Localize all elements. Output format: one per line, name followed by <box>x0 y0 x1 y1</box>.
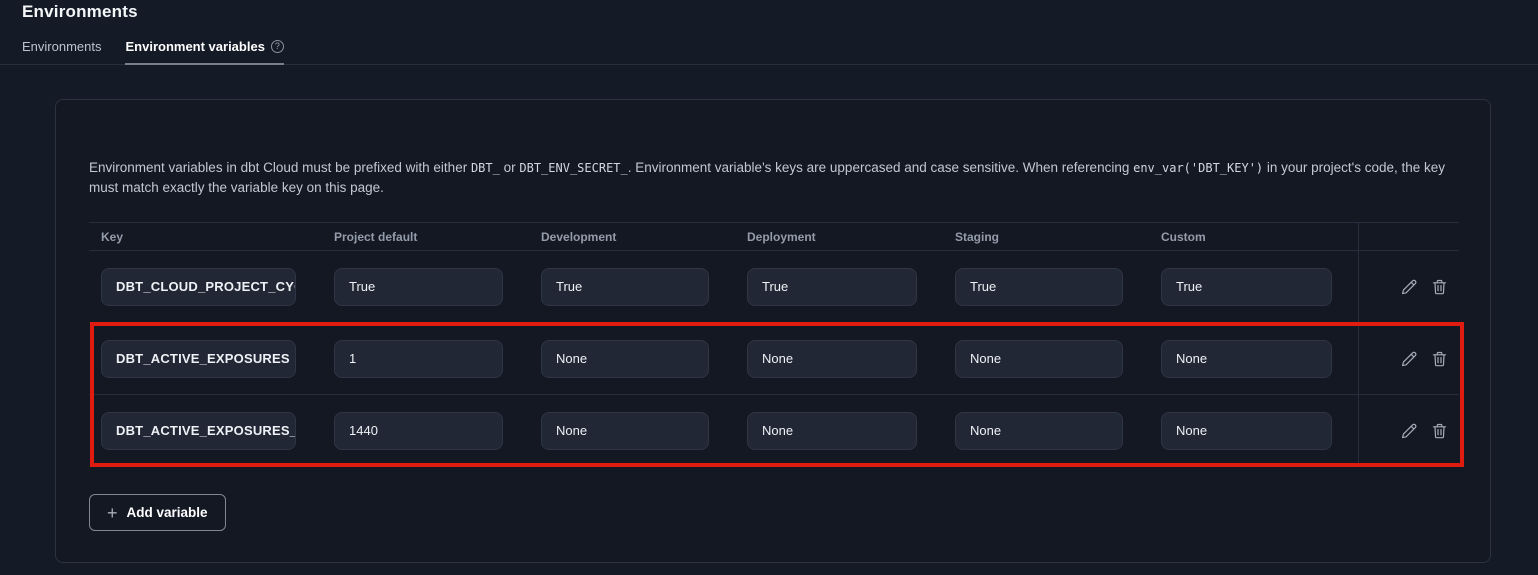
edit-pencil-icon[interactable] <box>1400 422 1418 440</box>
staging-field[interactable]: None <box>955 340 1123 378</box>
edit-pencil-icon[interactable] <box>1400 350 1418 368</box>
description-part: or <box>500 160 520 175</box>
development-field[interactable]: None <box>541 340 709 378</box>
environment-variables-page: Environments Environments Environment va… <box>0 0 1538 575</box>
custom-field[interactable]: None <box>1161 340 1332 378</box>
description-text: Environment variables in dbt Cloud must … <box>89 158 1457 198</box>
variable-key-field[interactable]: DBT_ACTIVE_EXPOSURES_B... <box>101 412 296 450</box>
delete-trash-icon[interactable] <box>1431 278 1448 296</box>
table-row: DBT_CLOUD_PROJECT_CYC... True True True … <box>89 251 1459 323</box>
tab-bar: Environments Environment variables ? <box>0 39 1538 65</box>
custom-field[interactable]: None <box>1161 412 1332 450</box>
tab-environment-variables-label: Environment variables <box>125 39 264 54</box>
staging-field[interactable]: None <box>955 412 1123 450</box>
edit-pencil-icon[interactable] <box>1400 278 1418 296</box>
plus-icon: + <box>107 504 118 522</box>
column-header-deployment: Deployment <box>735 223 943 250</box>
page-title: Environments <box>0 0 1538 22</box>
project-default-field[interactable]: True <box>334 268 503 306</box>
add-variable-label: Add variable <box>127 505 208 520</box>
help-icon[interactable]: ? <box>271 40 284 53</box>
column-header-development: Development <box>529 223 735 250</box>
deployment-field[interactable]: None <box>747 412 917 450</box>
tab-environments-label: Environments <box>22 39 101 54</box>
tab-environments[interactable]: Environments <box>22 39 101 65</box>
code-dbt-env-secret-prefix: DBT_ENV_SECRET_ <box>519 161 627 175</box>
development-field[interactable]: True <box>541 268 709 306</box>
development-field[interactable]: None <box>541 412 709 450</box>
environment-variables-panel: Environment variables in dbt Cloud must … <box>55 99 1491 563</box>
column-header-actions <box>1358 223 1459 250</box>
column-header-staging: Staging <box>943 223 1149 250</box>
variables-table: Key Project default Development Deployme… <box>89 222 1459 467</box>
description-part: . Environment variable's keys are upperc… <box>628 160 1133 175</box>
delete-trash-icon[interactable] <box>1431 422 1448 440</box>
staging-field[interactable]: True <box>955 268 1123 306</box>
column-header-custom: Custom <box>1149 223 1358 250</box>
project-default-field[interactable]: 1440 <box>334 412 503 450</box>
column-header-project-default: Project default <box>322 223 529 250</box>
description-part: Environment variables in dbt Cloud must … <box>89 160 471 175</box>
code-env-var-example: env_var('DBT_KEY') <box>1133 161 1263 175</box>
add-variable-button[interactable]: + Add variable <box>89 494 226 531</box>
table-row: DBT_ACTIVE_EXPOSURES_B... 1440 None None… <box>89 395 1459 467</box>
table-header-row: Key Project default Development Deployme… <box>89 222 1459 251</box>
variable-key-field[interactable]: DBT_ACTIVE_EXPOSURES <box>101 340 296 378</box>
delete-trash-icon[interactable] <box>1431 350 1448 368</box>
column-header-key: Key <box>89 223 322 250</box>
variable-key-field[interactable]: DBT_CLOUD_PROJECT_CYC... <box>101 268 296 306</box>
deployment-field[interactable]: True <box>747 268 917 306</box>
tab-environment-variables[interactable]: Environment variables ? <box>125 39 283 65</box>
code-dbt-prefix: DBT_ <box>471 161 500 175</box>
deployment-field[interactable]: None <box>747 340 917 378</box>
table-row: DBT_ACTIVE_EXPOSURES 1 None None None No… <box>89 323 1459 395</box>
project-default-field[interactable]: 1 <box>334 340 503 378</box>
custom-field[interactable]: True <box>1161 268 1332 306</box>
